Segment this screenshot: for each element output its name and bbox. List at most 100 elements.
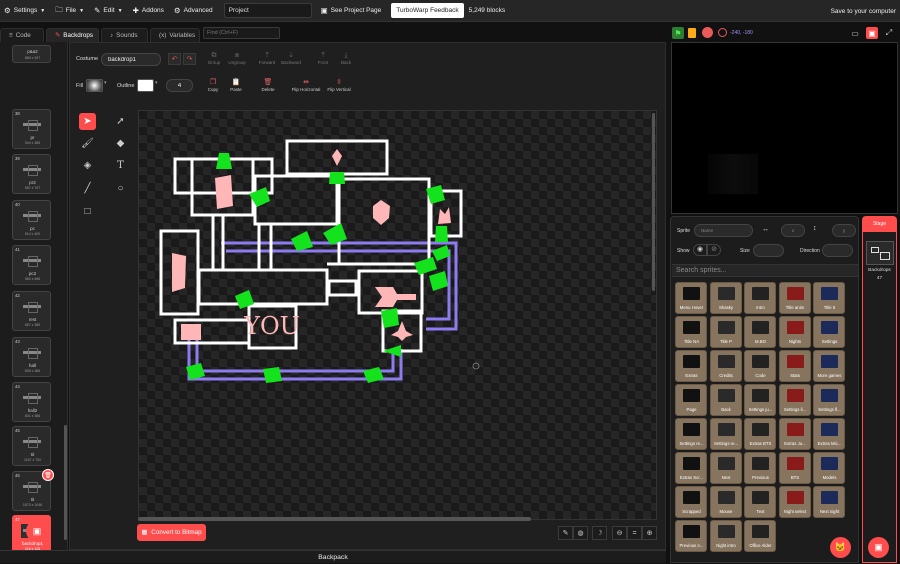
outline-width-input[interactable] [166, 79, 193, 92]
tab-code[interactable]: ≡ Code [0, 28, 44, 42]
sprite-tile[interactable]: Text [744, 486, 776, 518]
sprite-tile[interactable]: Menu Hover [675, 282, 707, 314]
copy-button[interactable]: ❐ Copy [204, 78, 222, 92]
sprite-y-input[interactable]: y [832, 224, 856, 237]
ungroup-button[interactable]: ⧈ Ungroup [224, 51, 250, 65]
sprite-tile[interactable]: Extras Scr... [675, 452, 707, 484]
settings-menu[interactable]: ⚙ Settings ▼ [0, 0, 50, 22]
sprite-x-input[interactable]: x [781, 224, 805, 237]
back-button[interactable]: ⤓ Back [337, 51, 355, 65]
convert-to-bitmap-button[interactable]: ▦ Convert to Bitmap [137, 524, 206, 541]
save-to-computer-button[interactable]: Save to your computer [831, 0, 896, 22]
add-backdrop-stage-button[interactable]: ▣ [868, 537, 889, 558]
sprite-tile[interactable]: Settings [813, 316, 845, 348]
sprite-tile[interactable]: Office Alder [744, 520, 776, 552]
sprite-tile[interactable]: Code [744, 350, 776, 382]
sprite-tile[interactable]: Extras [675, 350, 707, 382]
sprite-tile[interactable]: Title NA [675, 316, 707, 348]
circle-tool[interactable]: ○ [112, 180, 129, 197]
sprite-tile[interactable]: Night intro [709, 520, 742, 552]
redo-button[interactable]: ↷ [183, 53, 196, 65]
sprite-tile[interactable]: Models [813, 452, 845, 484]
search-sprites-input[interactable]: Search sprites... [672, 264, 858, 277]
fill-tool[interactable]: ◈ [79, 157, 96, 174]
sprite-tile[interactable]: Title anim [778, 282, 811, 314]
find-input[interactable] [203, 27, 280, 39]
see-project-page-button[interactable]: ▣ See Project Page [316, 0, 387, 22]
delete-button[interactable]: 🗑 Delete [258, 78, 278, 92]
stage-target-pane[interactable]: Stage Backdrops 47 [862, 216, 897, 563]
sprite-tile[interactable]: Page [675, 384, 707, 416]
sprite-tile[interactable]: Mouse [709, 486, 742, 518]
sprite-tile[interactable]: Next night [813, 486, 845, 518]
file-menu[interactable]: 🗀 File ▼ [50, 0, 89, 22]
project-title-input[interactable] [223, 3, 312, 18]
sprite-tile[interactable]: Back [709, 384, 742, 416]
chevron-down-icon[interactable]: ▾ [155, 80, 158, 86]
brush-tool[interactable]: 🖌 [79, 135, 96, 152]
select-tool[interactable]: ➤ [79, 113, 96, 130]
sprite-tile[interactable]: Title P [709, 316, 742, 348]
costume-item[interactable]: 45 tit 1167 x 700 [12, 426, 51, 466]
sprite-tile[interactable]: Next [709, 452, 742, 484]
fill-color-swatch[interactable] [86, 79, 103, 92]
flip-vertical-button[interactable]: ⇳ Flip Vertical [324, 78, 354, 92]
sprite-tile[interactable]: Title 5 [813, 282, 845, 314]
sprite-tile[interactable]: Stats [778, 350, 811, 382]
tab-variables[interactable]: (x) Variables [150, 28, 200, 42]
fullscreen-icon[interactable]: ⤢ [883, 27, 895, 39]
sprite-tile[interactable]: Credits [709, 350, 742, 382]
tab-backdrops[interactable]: ✎ Backdrops [46, 28, 99, 42]
add-backdrop-button[interactable]: ▣ [26, 520, 48, 542]
sprite-direction-input[interactable] [822, 244, 853, 257]
zoom-in-icon[interactable]: ⊕ [642, 526, 657, 540]
sprite-tile[interactable]: Scrapped [675, 486, 707, 518]
stop-icon[interactable] [702, 27, 713, 38]
smooth-brush-icon[interactable]: ✎ [558, 526, 573, 540]
zoom-reset-button[interactable]: = [627, 526, 642, 540]
costume-item[interactable]: 39 pr2 587 x 707 [12, 154, 51, 194]
undo-button[interactable]: ↶ [168, 53, 181, 65]
pressure-icon[interactable]: ◍ [573, 526, 588, 540]
theme-toggle-icon[interactable]: ☽ [592, 526, 607, 540]
sprite-tile[interactable]: Settings re... [709, 418, 742, 450]
rectangle-tool[interactable]: □ [79, 203, 96, 220]
add-sprite-button[interactable]: 🐱 [830, 537, 851, 558]
costume-item[interactable]: 38 pr 544 x 385 [12, 109, 51, 149]
turbowarp-feedback-button[interactable]: TurboWarp Feedback [391, 3, 464, 18]
sprite-tile[interactable]: BTS [778, 452, 811, 484]
sprite-size-input[interactable] [753, 244, 784, 257]
sprite-tile[interactable]: Settings li... [778, 384, 811, 416]
sprite-tile[interactable]: Extras BTS [744, 418, 776, 450]
outline-color-swatch[interactable] [137, 79, 154, 92]
sprite-tile[interactable]: Extras Mic... [813, 418, 845, 450]
costume-item[interactable]: 40 pc 514 x 400 [12, 200, 51, 240]
sprite-tile[interactable]: Night select [778, 486, 811, 518]
paste-button[interactable]: 📋 Paste [226, 78, 246, 92]
show-visible-icon[interactable]: ◉ [693, 244, 707, 256]
costume-item[interactable]: 43 hall 839 x 386 [12, 337, 51, 377]
line-tool[interactable]: ╱ [79, 180, 96, 197]
addons-menu[interactable]: ✚ Addons [128, 0, 169, 22]
text-tool[interactable]: T [112, 157, 129, 174]
sprite-tile[interactable]: Settings fl... [813, 384, 845, 416]
group-button[interactable]: ⧉ Group [202, 51, 226, 65]
sprite-tile[interactable]: Previous n... [675, 520, 707, 552]
costume-name-input[interactable] [101, 53, 161, 66]
chevron-down-icon[interactable]: ▾ [104, 80, 107, 86]
pause-icon[interactable] [688, 28, 696, 38]
sprite-tile[interactable]: Settings re... [675, 418, 707, 450]
backward-button[interactable]: ⇣ Backward [278, 51, 304, 65]
edit-menu[interactable]: ✎ Edit ▼ [89, 0, 127, 22]
sprite-tile[interactable]: Extras Ju... [778, 418, 811, 450]
costume-item[interactable]: 41 pc2 580 x 696 [12, 245, 51, 285]
tab-sounds[interactable]: ♪ Sounds [101, 28, 148, 42]
delete-costume-icon[interactable]: 🗑 [42, 469, 54, 481]
reshape-tool[interactable]: ➚ [112, 113, 129, 130]
costume-item[interactable]: 44 hall2 841 x 386 [12, 382, 51, 422]
paint-canvas[interactable]: YOU [138, 110, 657, 520]
canvas-horizontal-scrollbar[interactable] [138, 517, 531, 521]
sprite-tile[interactable]: Settings ju... [744, 384, 776, 416]
sprite-tile[interactable]: Shasky [709, 282, 742, 314]
advanced-menu[interactable]: ⚙ Advanced [169, 0, 218, 22]
